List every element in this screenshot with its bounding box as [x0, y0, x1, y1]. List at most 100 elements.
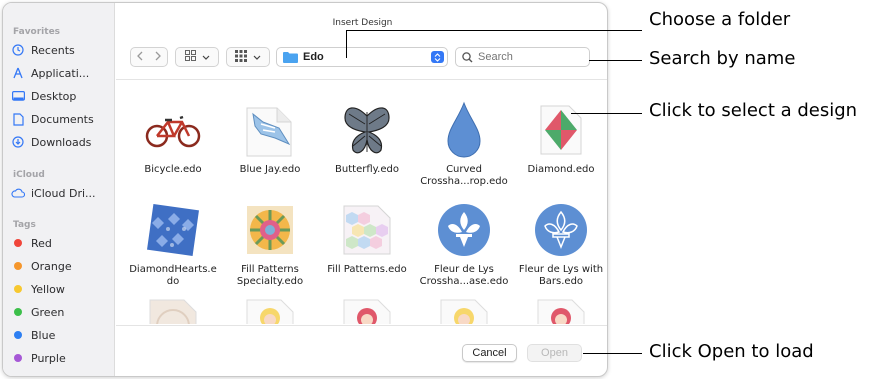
file-name: Butterfly.edo: [335, 164, 399, 175]
fleur-de-lys-thumbnail-icon: [434, 200, 494, 260]
callout-select-design: Click to select a design: [649, 100, 858, 121]
icloud-header: iCloud: [13, 170, 45, 180]
document-icon: [11, 112, 25, 126]
file-item-diamond-hearts[interactable]: DiamondHearts.e do: [125, 200, 221, 288]
chevron-down-icon: [253, 51, 261, 63]
file-name: DiamondHearts.e do: [129, 264, 217, 287]
sidebar-item-label: Recents: [31, 43, 75, 57]
search-input[interactable]: [478, 51, 578, 63]
file-item-fill-patterns-specialty[interactable]: Fill Patterns Specialty.edo: [222, 200, 318, 288]
file-name: Fill Patterns.edo: [327, 264, 407, 275]
chevron-right-icon[interactable]: [149, 51, 167, 64]
callout-leader-search: [589, 60, 642, 61]
file-item-blue-jay[interactable]: Blue Jay.edo: [222, 100, 318, 176]
sidebar-item-documents[interactable]: Documents: [11, 110, 111, 128]
drop-thumbnail-icon: [434, 100, 494, 160]
callout-leader-select: [571, 113, 642, 114]
file-item-diamond[interactable]: Diamond.edo: [513, 100, 607, 176]
tag-dot-icon: [14, 285, 22, 293]
tag-dot-icon: [14, 308, 22, 316]
chevron-left-icon[interactable]: [131, 51, 149, 64]
doll-thumbnail-icon: [434, 294, 494, 324]
sidebar-item-label: Yellow: [31, 282, 65, 296]
desktop-icon: [11, 89, 25, 103]
sidebar-tag-blue[interactable]: Blue: [11, 326, 111, 344]
file-item-fill-patterns[interactable]: Fill Patterns.edo: [319, 200, 415, 276]
search-field[interactable]: [455, 47, 590, 67]
fill-patterns-specialty-thumbnail-icon: [240, 200, 300, 260]
search-icon: [462, 51, 473, 63]
file-item-fleur-de-lys-crosshatch[interactable]: Fleur de Lys Crossha...ase.edo: [416, 200, 512, 288]
tag-dot-icon: [14, 354, 22, 362]
file-grid[interactable]: Bicycle.edo Blue Jay.edo Butterfly.edo C…: [116, 80, 607, 324]
sidebar-item-label: Desktop: [31, 89, 77, 103]
doll-thumbnail-icon: [531, 294, 591, 324]
file-item-partial[interactable]: [222, 294, 318, 324]
folder-popup[interactable]: Edo: [276, 47, 448, 67]
file-name: Fleur de Lys with Bars.edo: [518, 264, 604, 287]
file-name: Blue Jay.edo: [239, 164, 301, 175]
sidebar-item-label: Red: [31, 236, 52, 250]
file-item-partial[interactable]: [125, 294, 221, 324]
doll-thumbnail-icon: [337, 294, 397, 324]
sidebar-tag-green[interactable]: Green: [11, 303, 111, 321]
design-thumbnail-icon: [143, 294, 203, 324]
blue-jay-thumbnail-icon: [240, 100, 300, 160]
sidebar-item-label: Green: [31, 305, 65, 319]
sidebar-item-label: Applicati...: [31, 66, 90, 80]
view-mode-button[interactable]: [175, 47, 219, 67]
dialog-title: Insert Design: [332, 18, 393, 28]
sidebar-item-desktop[interactable]: Desktop: [11, 87, 111, 105]
tag-dot-icon: [14, 331, 22, 339]
sidebar-item-label: Documents: [31, 112, 94, 126]
cancel-button[interactable]: Cancel: [462, 344, 517, 362]
file-item-butterfly[interactable]: Butterfly.edo: [319, 100, 415, 176]
file-item-partial[interactable]: [513, 294, 607, 324]
sidebar-tag-red[interactable]: Red: [11, 234, 111, 252]
sidebar-item-label: Downloads: [31, 135, 92, 149]
diamond-hearts-thumbnail-icon: [143, 200, 203, 260]
butterfly-thumbnail-icon: [337, 100, 397, 160]
diamond-thumbnail-icon: [531, 100, 591, 160]
callout-leader-folder: [346, 31, 347, 58]
bicycle-thumbnail-icon: [143, 100, 203, 160]
sidebar-tag-purple[interactable]: Purple: [11, 349, 111, 367]
footer-divider: [116, 325, 607, 326]
chevron-down-icon: [202, 51, 210, 63]
file-item-fleur-de-lys-bars[interactable]: Fleur de Lys with Bars.edo: [513, 200, 607, 288]
sidebar-tag-orange[interactable]: Orange: [11, 257, 111, 275]
file-item-bicycle[interactable]: Bicycle.edo: [125, 100, 221, 176]
tag-dot-icon: [14, 239, 22, 247]
sidebar-item-label: Blue: [31, 328, 56, 342]
file-item-partial[interactable]: [319, 294, 415, 324]
tag-dot-icon: [14, 262, 22, 270]
cloud-icon: [11, 186, 25, 200]
fill-patterns-thumbnail-icon: [337, 200, 397, 260]
sidebar: Favorites Recents Applicati... Desktop D…: [3, 3, 115, 376]
open-button[interactable]: Open: [527, 344, 582, 362]
sidebar-item-label: Purple: [31, 351, 66, 365]
callout-search-by-name: Search by name: [649, 48, 796, 69]
file-name: Fill Patterns Specialty.edo: [236, 264, 304, 287]
file-item-curved-crosshatch-drop[interactable]: Curved Crossha...rop.edo: [416, 100, 512, 188]
callout-choose-folder: Choose a folder: [649, 9, 791, 30]
file-browser: Insert Design Edo Search Bicycle.edo Blu…: [116, 3, 607, 376]
download-icon: [11, 135, 25, 149]
sidebar-item-label: iCloud Dri...: [31, 186, 96, 200]
sidebar-item-applications[interactable]: Applicati...: [11, 64, 111, 82]
group-grid-icon: [235, 49, 247, 65]
sidebar-item-icloud-drive[interactable]: iCloud Dri...: [11, 184, 111, 202]
sidebar-item-recents[interactable]: Recents: [11, 41, 111, 59]
doll-thumbnail-icon: [240, 294, 300, 324]
group-by-button[interactable]: [226, 47, 270, 67]
icon-view-icon: [184, 50, 196, 64]
sidebar-item-downloads[interactable]: Downloads: [11, 133, 111, 151]
callout-leader-open: [583, 353, 642, 354]
insert-design-dialog: Favorites Recents Applicati... Desktop D…: [2, 2, 608, 377]
fleur-de-lys-bars-thumbnail-icon: [531, 200, 591, 260]
sidebar-tag-yellow[interactable]: Yellow: [11, 280, 111, 298]
back-forward-buttons[interactable]: [130, 47, 168, 67]
sidebar-item-label: Orange: [31, 259, 72, 273]
file-item-partial[interactable]: [416, 294, 512, 324]
callout-leader-folder: [346, 30, 642, 31]
